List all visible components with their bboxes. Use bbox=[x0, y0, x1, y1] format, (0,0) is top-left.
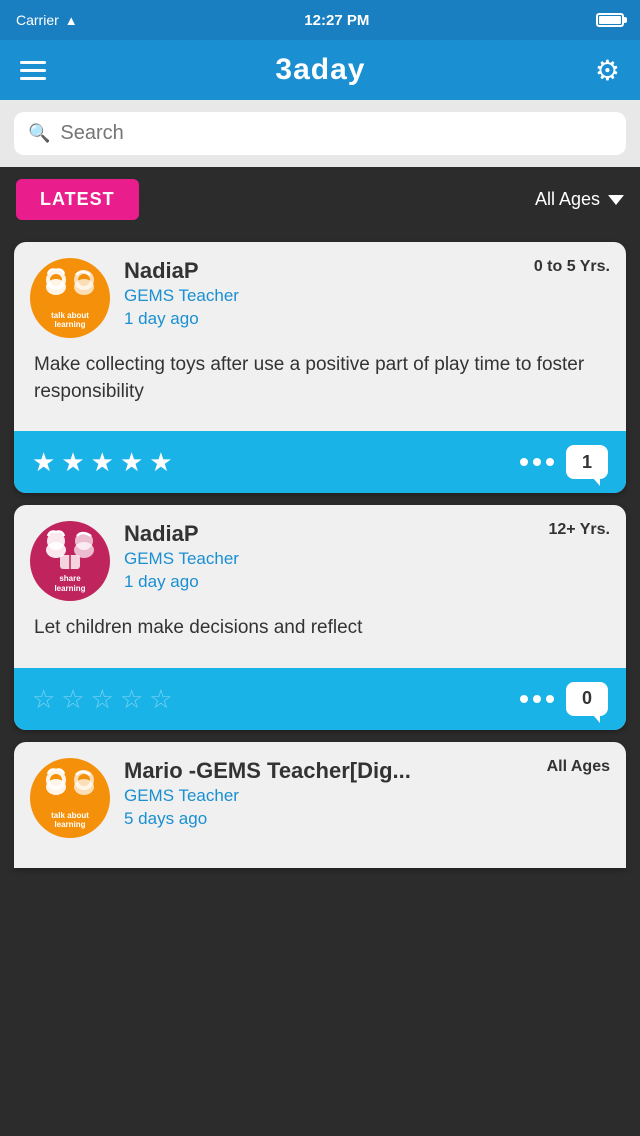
card-3-body: talk aboutlearning Mario -GEMS Teacher[D… bbox=[14, 742, 626, 868]
card-1-tip: Make collecting toys after use a positiv… bbox=[30, 352, 610, 415]
star-1: ★ bbox=[32, 449, 55, 475]
card-1-info: NadiaP GEMS Teacher 1 day ago bbox=[124, 258, 506, 329]
carrier-label: Carrier bbox=[16, 12, 59, 28]
nav-bar: 3aday ⚙ bbox=[0, 40, 640, 100]
card-1-actions: 1 bbox=[520, 445, 608, 479]
card-2-comment-count: 0 bbox=[582, 688, 592, 709]
card-2-comment-button[interactable]: 0 bbox=[566, 682, 608, 716]
card-3-header: talk aboutlearning Mario -GEMS Teacher[D… bbox=[30, 758, 610, 838]
chevron-down-icon bbox=[608, 195, 624, 205]
card-2-age: 12+ Yrs. bbox=[548, 521, 610, 539]
card-3-avatar[interactable]: talk aboutlearning bbox=[30, 758, 110, 838]
star-2: ★ bbox=[61, 449, 84, 475]
card-1-comment-count: 1 bbox=[582, 452, 592, 473]
battery-icon bbox=[596, 13, 624, 27]
card-1-header-right: 0 to 5 Yrs. bbox=[520, 258, 610, 276]
star-1: ☆ bbox=[32, 686, 55, 712]
card-3-role: GEMS Teacher bbox=[124, 786, 506, 806]
app-title: 3aday bbox=[275, 53, 365, 87]
age-filter-label: All Ages bbox=[535, 189, 600, 210]
settings-button[interactable]: ⚙ bbox=[595, 54, 620, 87]
card-3-avatar-label: talk aboutlearning bbox=[30, 811, 110, 830]
card-2-body: sharelearning NadiaP GEMS Teacher 1 day … bbox=[14, 505, 626, 668]
card-1-stars[interactable]: ★ ★ ★ ★ ★ bbox=[32, 449, 173, 475]
card-3-time: 5 days ago bbox=[124, 809, 506, 829]
cards-container: talk aboutlearning NadiaP GEMS Teacher 1… bbox=[0, 232, 640, 878]
card-2-actions: 0 bbox=[520, 682, 608, 716]
more-options-button[interactable] bbox=[520, 458, 554, 466]
card-2-avatar-label: sharelearning bbox=[30, 574, 110, 593]
card-3-username: Mario -GEMS Teacher[Dig... bbox=[124, 758, 506, 784]
card-1-time: 1 day ago bbox=[124, 309, 506, 329]
card-3: talk aboutlearning Mario -GEMS Teacher[D… bbox=[14, 742, 626, 868]
star-3: ★ bbox=[91, 449, 114, 475]
card-2: sharelearning NadiaP GEMS Teacher 1 day … bbox=[14, 505, 626, 730]
card-2-username: NadiaP bbox=[124, 521, 506, 547]
card-3-info: Mario -GEMS Teacher[Dig... GEMS Teacher … bbox=[124, 758, 506, 829]
card-2-info: NadiaP GEMS Teacher 1 day ago bbox=[124, 521, 506, 592]
card-2-avatar[interactable]: sharelearning bbox=[30, 521, 110, 601]
battery-fill bbox=[599, 16, 621, 24]
card-2-role: GEMS Teacher bbox=[124, 549, 506, 569]
card-1-username: NadiaP bbox=[124, 258, 506, 284]
card-3-age: All Ages bbox=[547, 758, 610, 776]
card-2-stars[interactable]: ☆ ☆ ☆ ☆ ☆ bbox=[32, 686, 173, 712]
card-1-header: talk aboutlearning NadiaP GEMS Teacher 1… bbox=[30, 258, 610, 338]
card-3-header-right: All Ages bbox=[520, 758, 610, 776]
search-bar: 🔍 bbox=[14, 112, 626, 155]
card-1-avatar[interactable]: talk aboutlearning bbox=[30, 258, 110, 338]
latest-filter-button[interactable]: LATEST bbox=[16, 179, 139, 220]
filter-row: LATEST All Ages bbox=[0, 167, 640, 232]
card-1-role: GEMS Teacher bbox=[124, 286, 506, 306]
card-1-comment-button[interactable]: 1 bbox=[566, 445, 608, 479]
card-1-footer: ★ ★ ★ ★ ★ 1 bbox=[14, 431, 626, 493]
star-5: ★ bbox=[149, 449, 172, 475]
card-2-header: sharelearning NadiaP GEMS Teacher 1 day … bbox=[30, 521, 610, 601]
card-2-tip: Let children make decisions and reflect bbox=[30, 615, 610, 652]
card-1: talk aboutlearning NadiaP GEMS Teacher 1… bbox=[14, 242, 626, 493]
status-time: 12:27 PM bbox=[304, 12, 369, 29]
more-options-button[interactable] bbox=[520, 695, 554, 703]
card-1-body: talk aboutlearning NadiaP GEMS Teacher 1… bbox=[14, 242, 626, 431]
hamburger-menu-button[interactable] bbox=[20, 61, 46, 80]
star-5: ☆ bbox=[149, 686, 172, 712]
carrier-info: Carrier ▲ bbox=[16, 12, 78, 28]
star-4: ☆ bbox=[120, 686, 143, 712]
card-2-header-right: 12+ Yrs. bbox=[520, 521, 610, 539]
search-container: 🔍 bbox=[0, 100, 640, 167]
battery-container bbox=[596, 13, 624, 27]
star-3: ☆ bbox=[91, 686, 114, 712]
age-filter-button[interactable]: All Ages bbox=[535, 189, 624, 210]
card-2-footer: ☆ ☆ ☆ ☆ ☆ 0 bbox=[14, 668, 626, 730]
star-2: ☆ bbox=[61, 686, 84, 712]
star-4: ★ bbox=[120, 449, 143, 475]
card-1-avatar-label: talk aboutlearning bbox=[30, 311, 110, 330]
search-icon: 🔍 bbox=[28, 123, 50, 144]
card-1-age: 0 to 5 Yrs. bbox=[534, 258, 610, 276]
status-bar: Carrier ▲ 12:27 PM bbox=[0, 0, 640, 40]
search-input[interactable] bbox=[60, 122, 612, 145]
card-2-time: 1 day ago bbox=[124, 572, 506, 592]
wifi-icon: ▲ bbox=[65, 13, 78, 28]
